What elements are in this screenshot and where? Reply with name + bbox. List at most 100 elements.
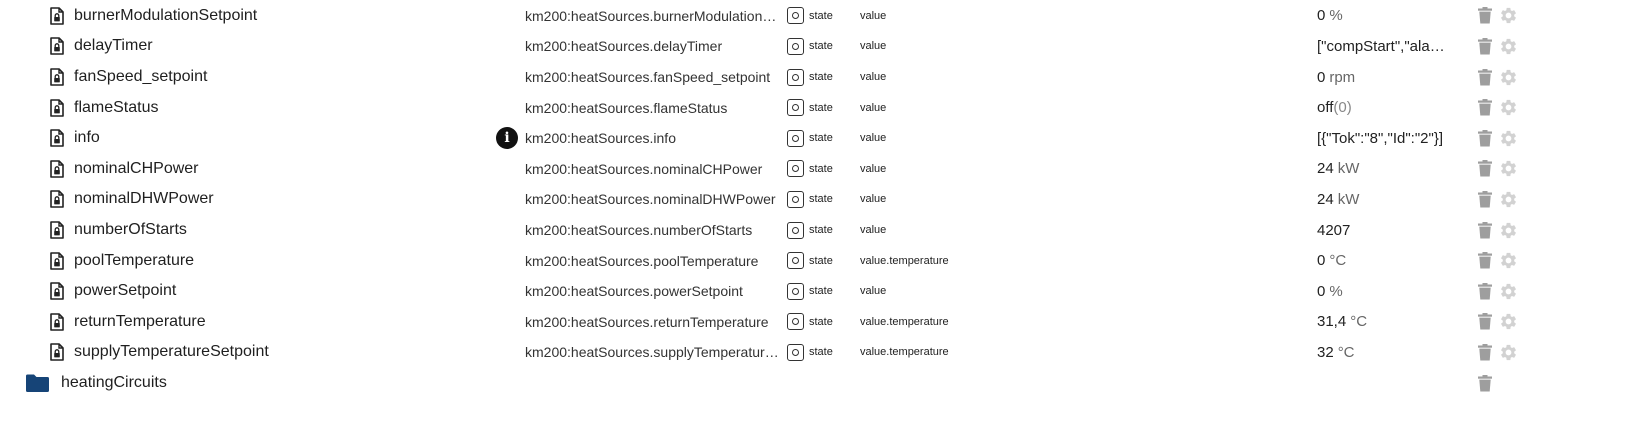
state-role: value [860, 101, 887, 114]
lock-file-icon [47, 184, 67, 215]
state-role: value.temperature [860, 315, 949, 328]
state-type-icon [784, 307, 806, 338]
info-slot [495, 1, 519, 32]
state-value[interactable]: 0% [1317, 1, 1449, 32]
state-name: delayTimer [74, 37, 153, 55]
state-type: state [809, 254, 833, 267]
trash-icon[interactable] [1476, 184, 1494, 215]
state-id: km200:heatSources.nominalCHPower [525, 160, 763, 177]
trash-icon[interactable] [1476, 31, 1494, 62]
gear-icon[interactable] [1498, 92, 1518, 123]
state-name: info [74, 129, 100, 147]
state-value[interactable]: off(0) [1317, 92, 1449, 123]
tree-row[interactable]: poolTemperature km200:heatSources.poolTe… [0, 245, 1645, 276]
info-slot [495, 31, 519, 62]
state-name: numberOfStarts [74, 221, 187, 239]
gear-icon[interactable] [1498, 1, 1518, 32]
tree-folder-row[interactable]: heatingCircuits [0, 368, 1645, 399]
gear-icon[interactable] [1498, 123, 1518, 154]
state-value[interactable]: 4207 [1317, 215, 1449, 246]
state-type: state [809, 71, 833, 84]
state-type: state [809, 40, 833, 53]
state-value[interactable]: 24 kW [1317, 154, 1449, 185]
trash-icon[interactable] [1476, 62, 1494, 93]
state-role: value [860, 162, 887, 175]
trash-icon[interactable] [1476, 1, 1494, 32]
state-type: state [809, 132, 833, 145]
state-type-icon [784, 123, 806, 154]
trash-icon[interactable] [1476, 215, 1494, 246]
gear-icon[interactable] [1498, 276, 1518, 307]
state-name: supplyTemperatureSetpoint [74, 343, 269, 361]
trash-icon[interactable] [1476, 276, 1494, 307]
state-name: nominalDHWPower [74, 190, 214, 208]
state-type: state [809, 9, 833, 22]
state-type: state [809, 285, 833, 298]
gear-icon[interactable] [1498, 337, 1518, 368]
state-type-icon [784, 276, 806, 307]
tree-row[interactable]: flameStatus km200:heatSources.flameStatu… [0, 92, 1645, 123]
state-value[interactable]: 32 °C [1317, 337, 1449, 368]
gear-icon[interactable] [1498, 62, 1518, 93]
state-type-icon [784, 31, 806, 62]
gear-icon[interactable] [1498, 245, 1518, 276]
state-type: state [809, 224, 833, 237]
gear-icon[interactable] [1498, 215, 1518, 246]
lock-file-icon [47, 123, 67, 154]
info-slot [495, 215, 519, 246]
trash-icon[interactable] [1476, 123, 1494, 154]
state-type: state [809, 162, 833, 175]
state-type-icon [784, 154, 806, 185]
state-id: km200:heatSources.nominalDHWPower [525, 191, 776, 208]
trash-icon[interactable] [1476, 307, 1494, 338]
info-slot [495, 62, 519, 93]
tree-row[interactable]: fanSpeed_setpoint km200:heatSources.fanS… [0, 62, 1645, 93]
trash-icon[interactable] [1476, 337, 1494, 368]
state-value[interactable]: [{"Tok":"8","Id":"2"}] [1317, 123, 1449, 154]
tree-row[interactable]: nominalCHPower km200:heatSources.nominal… [0, 154, 1645, 185]
state-value[interactable]: 0 rpm [1317, 62, 1449, 93]
info-icon[interactable]: i [495, 123, 519, 154]
state-value[interactable]: 24 kW [1317, 184, 1449, 215]
folder-name: heatingCircuits [61, 374, 167, 392]
trash-icon[interactable] [1476, 92, 1494, 123]
state-role: value.temperature [860, 346, 949, 359]
tree-row[interactable]: returnTemperature km200:heatSources.retu… [0, 307, 1645, 338]
state-id: km200:heatSources.info [525, 130, 676, 147]
gear-icon[interactable] [1498, 307, 1518, 338]
gear-icon[interactable] [1498, 154, 1518, 185]
gear-icon[interactable] [1498, 31, 1518, 62]
tree-row[interactable]: numberOfStarts km200:heatSources.numberO… [0, 215, 1645, 246]
state-id: km200:heatSources.burnerModulationSetpoi… [525, 7, 783, 24]
state-value[interactable]: ["compStart","alarm"] [1317, 31, 1449, 62]
state-name: returnTemperature [74, 312, 206, 330]
state-name: poolTemperature [74, 251, 195, 269]
lock-file-icon [47, 31, 67, 62]
state-value[interactable]: 31,4 °C [1317, 307, 1449, 338]
state-id: km200:heatSources.flameStatus [525, 99, 728, 116]
state-type-icon [784, 1, 806, 32]
tree-row[interactable]: delayTimer km200:heatSources.delayTimer … [0, 31, 1645, 62]
state-type-icon [784, 337, 806, 368]
tree-row[interactable]: powerSetpoint km200:heatSources.powerSet… [0, 276, 1645, 307]
state-value[interactable]: 0 °C [1317, 245, 1449, 276]
trash-icon[interactable] [1476, 368, 1494, 399]
info-slot [495, 337, 519, 368]
trash-icon[interactable] [1476, 245, 1494, 276]
trash-icon[interactable] [1476, 154, 1494, 185]
state-role: value [860, 132, 887, 145]
tree-row[interactable]: burnerModulationSetpoint km200:heatSourc… [0, 1, 1645, 32]
lock-file-icon [47, 215, 67, 246]
tree-row[interactable]: nominalDHWPower km200:heatSources.nomina… [0, 184, 1645, 215]
state-role: value [860, 224, 887, 237]
object-tree: burnerModulationSetpoint km200:heatSourc… [0, 0, 1645, 398]
tree-row[interactable]: supplyTemperatureSetpoint km200:heatSour… [0, 337, 1645, 368]
gear-icon[interactable] [1498, 184, 1518, 215]
info-slot [495, 184, 519, 215]
state-type-icon [784, 215, 806, 246]
state-type: state [809, 315, 833, 328]
state-value[interactable]: 0% [1317, 276, 1449, 307]
tree-row[interactable]: info i km200:heatSources.info state valu… [0, 123, 1645, 154]
info-slot [495, 276, 519, 307]
lock-file-icon [47, 307, 67, 338]
